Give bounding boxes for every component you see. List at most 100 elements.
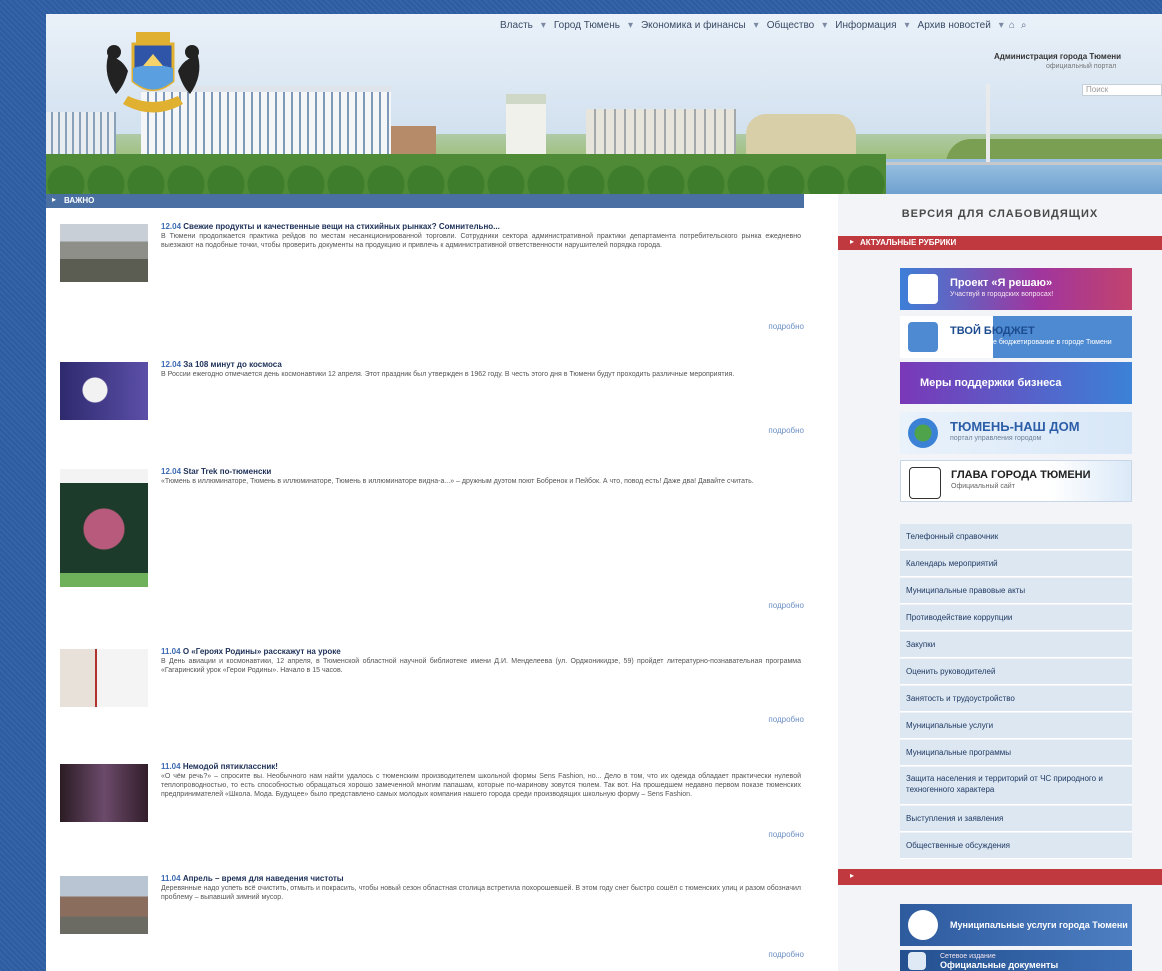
- banner-ya-reshayu[interactable]: Проект «Я решаю» Участвуй в городских воп…: [900, 268, 1132, 310]
- checkmark-icon: [908, 322, 938, 352]
- banner-business-support[interactable]: Меры поддержки бизнеса: [900, 362, 1132, 404]
- news-date: 12.04: [161, 222, 182, 231]
- news-title[interactable]: 12.04 За 108 минут до космоса: [161, 360, 801, 369]
- menu-item-municipal-services[interactable]: Муниципальные услуги: [900, 713, 1132, 739]
- news-title[interactable]: 12.04 Star Trek по-тюменски: [161, 467, 801, 476]
- menu-item-legal-acts[interactable]: Муниципальные правовые акты: [900, 578, 1132, 604]
- menu-item-phone-directory[interactable]: Телефонный справочник: [900, 524, 1132, 550]
- menu-item-statements[interactable]: Выступления и заявления: [900, 806, 1132, 832]
- news-date: 11.04: [161, 762, 181, 771]
- banner-title: ТВОЙ БЮДЖЕТ: [950, 325, 1035, 337]
- nav-item-information[interactable]: Информация: [829, 20, 902, 38]
- news-thumbnail[interactable]: [60, 649, 148, 707]
- menu-item-procurement[interactable]: Закупки: [900, 632, 1132, 658]
- site-header: Власть ▾ Город Тюмень ▾ Экономика и финанс…: [46, 14, 1162, 194]
- nav-item-news-archive[interactable]: Архив новостей: [912, 20, 997, 38]
- news-title[interactable]: 11.04 Апрель – время для наведения чисто…: [161, 874, 801, 883]
- news-summary: В Тюмени продолжается практика рейдов по…: [161, 233, 801, 249]
- nav-item-economy[interactable]: Экономика и финансы: [635, 20, 752, 38]
- sidebar-divider-bar: [838, 869, 1162, 885]
- news-thumbnail[interactable]: [60, 876, 148, 934]
- news-thumbnail[interactable]: [60, 362, 148, 420]
- news-date: 11.04: [161, 647, 181, 656]
- ya-reshayu-logo-icon: [908, 274, 938, 304]
- news-thumbnail[interactable]: [60, 469, 148, 587]
- banner-title: Меры поддержки бизнеса: [920, 377, 1062, 389]
- menu-item-employment[interactable]: Занятость и трудоустройство: [900, 686, 1132, 712]
- banner-subtitle: портал управления городом: [950, 435, 1042, 442]
- coat-of-arms-icon: [909, 467, 941, 499]
- read-more-link[interactable]: подробно: [768, 426, 804, 435]
- city-coat-of-arms-logo[interactable]: [98, 26, 208, 121]
- read-more-link[interactable]: подробно: [768, 601, 804, 610]
- document-icon: [908, 952, 926, 970]
- banner-title: Официальные документы: [940, 960, 1059, 970]
- banner-tyumen-nash-dom[interactable]: ТЮМЕНЬ-НАШ ДОМ портал управления городом: [900, 412, 1132, 454]
- news-title-text[interactable]: За 108 минут до космоса: [183, 360, 282, 369]
- header-bridge-image: [876, 162, 1162, 165]
- read-more-link[interactable]: подробно: [768, 322, 804, 331]
- news-title[interactable]: 12.04 Свежие продукты и качественные вещ…: [161, 222, 801, 231]
- news-title-text[interactable]: Немодой пятиклассник!: [183, 762, 278, 771]
- nav-item-vlast[interactable]: Власть: [494, 20, 539, 38]
- menu-item-municipal-programs[interactable]: Муниципальные программы: [900, 740, 1132, 766]
- banner-title: ГЛАВА ГОРОДА ТЮМЕНИ: [951, 469, 1091, 481]
- dropdown-arrow-icon: ▾: [627, 20, 633, 31]
- menu-item-emergency-protection[interactable]: Защита населения и территорий от ЧС прир…: [900, 767, 1132, 805]
- dropdown-arrow-icon: ▾: [753, 20, 759, 31]
- section-label: ВАЖНО: [64, 196, 95, 205]
- page-container: Власть ▾ Город Тюмень ▾ Экономика и финанс…: [46, 14, 1162, 971]
- dropdown-arrow-icon: ▾: [998, 20, 1004, 31]
- visually-impaired-version-link[interactable]: ВЕРСИЯ ДЛЯ СЛАБОВИДЯЩИХ: [838, 208, 1162, 220]
- news-title-text[interactable]: О «Героях Родины» расскажут на уроке: [183, 647, 341, 656]
- gosuslugi-icon: [908, 910, 938, 940]
- news-date: 12.04: [161, 467, 182, 476]
- banner-title: ТЮМЕНЬ-НАШ ДОМ: [950, 419, 1080, 434]
- news-date: 11.04: [161, 874, 181, 883]
- banner-city-head[interactable]: ГЛАВА ГОРОДА ТЮМЕНИ Официальный сайт: [900, 460, 1132, 502]
- news-thumbnail[interactable]: [60, 224, 148, 282]
- news-title-text[interactable]: Апрель – время для наведения чистоты: [183, 874, 344, 883]
- nav-item-society[interactable]: Общество: [761, 20, 821, 38]
- site-title: Администрация города Тюмени: [994, 52, 1122, 61]
- search-icon[interactable]: ⌕: [1018, 20, 1030, 38]
- banner-tvoy-budget[interactable]: ТВОЙ БЮДЖЕТ Инициативное бюджетирование в…: [900, 316, 1132, 358]
- actual-rubrics-header: АКТУАЛЬНЫЕ РУБРИКИ: [838, 236, 1162, 250]
- menu-item-public-discussions[interactable]: Общественные обсуждения: [900, 833, 1132, 859]
- menu-item-rate-officials[interactable]: Оценить руководителей: [900, 659, 1132, 685]
- menu-item-anti-corruption[interactable]: Противодействие коррупции: [900, 605, 1132, 631]
- news-summary: Деревянные надо успеть всё очистить, отм…: [161, 885, 801, 901]
- read-more-link[interactable]: подробно: [768, 830, 804, 839]
- section-label: АКТУАЛЬНЫЕ РУБРИКИ: [860, 238, 957, 247]
- banner-subtitle: Инициативное бюджетирование в городе Тюм…: [950, 339, 1112, 346]
- right-sidebar: ВЕРСИЯ ДЛЯ СЛАБОВИДЯЩИХ АКТУАЛЬНЫЕ РУБРИ…: [838, 194, 1162, 971]
- banner-title: Муниципальные услуги города Тюмени: [950, 920, 1128, 930]
- news-title[interactable]: 11.04 Немодой пятиклассник!: [161, 762, 801, 771]
- search-input[interactable]: Поиск: [1082, 84, 1162, 96]
- news-summary: «Тюмень в иллюминаторе, Тюмень в иллюмин…: [161, 478, 754, 485]
- nav-item-city[interactable]: Город Тюмень: [548, 20, 626, 38]
- banner-subtitle: Официальный сайт: [951, 483, 1015, 490]
- dropdown-arrow-icon: ▾: [904, 20, 910, 31]
- header-trees-image: [46, 154, 886, 194]
- banner-subtitle: Участвуй в городских вопросах!: [950, 291, 1054, 298]
- news-summary: В России ежегодно отмечается день космон…: [161, 371, 735, 378]
- people-icon: [908, 418, 938, 448]
- banner-municipal-services[interactable]: Муниципальные услуги города Тюмени: [900, 904, 1132, 946]
- important-section-header: ВАЖНО: [46, 194, 804, 208]
- news-title-text[interactable]: Star Trek по-тюменски: [183, 467, 271, 476]
- news-title-text[interactable]: Свежие продукты и качественные вещи на с…: [183, 222, 500, 231]
- menu-item-events-calendar[interactable]: Календарь мероприятий: [900, 551, 1132, 577]
- sidebar-menu: Телефонный справочник Календарь мероприя…: [900, 524, 1132, 860]
- news-summary: В День авиации и космонавтики, 12 апреля…: [161, 658, 801, 674]
- news-title[interactable]: 11.04 О «Героях Родины» расскажут на уро…: [161, 647, 801, 656]
- home-icon[interactable]: ⌂: [1006, 20, 1018, 38]
- banner-title: Проект «Я решаю»: [950, 277, 1053, 289]
- dropdown-arrow-icon: ▾: [822, 20, 828, 31]
- banner-official-documents[interactable]: Сетевое издание Официальные документы: [900, 950, 1132, 971]
- read-more-link[interactable]: подробно: [768, 715, 804, 724]
- main-navigation: Власть ▾ Город Тюмень ▾ Экономика и финанс…: [494, 20, 1029, 38]
- dropdown-arrow-icon: ▾: [540, 20, 546, 31]
- read-more-link[interactable]: подробно: [768, 950, 804, 959]
- news-thumbnail[interactable]: [60, 764, 148, 822]
